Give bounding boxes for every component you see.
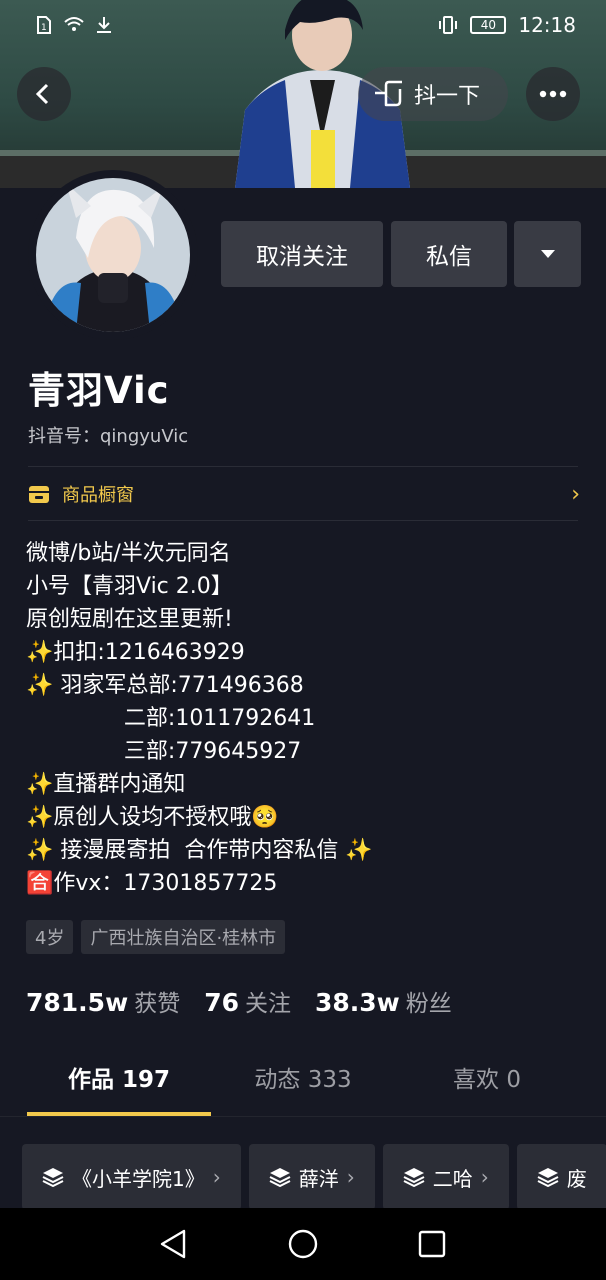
wifi-icon [64,17,84,31]
fans-count: 38.3w [314,988,400,1017]
layers-icon [42,1168,64,1187]
more-button[interactable] [526,67,580,121]
triangle-down-icon [540,250,555,258]
divider [28,466,578,467]
shake-label: 抖一下 [414,84,481,109]
collection-chip[interactable]: 《小羊学院1》 › [22,1144,241,1210]
nav-home-icon[interactable] [287,1228,319,1260]
tabs-divider [0,1116,606,1117]
avatar-image [36,178,190,332]
back-button[interactable] [17,67,71,121]
dropdown-button[interactable] [514,221,581,287]
shake-button[interactable]: 抖一下 [358,67,508,121]
tab-moments[interactable]: 动态 333 [203,1060,403,1094]
shop-label: 商品橱窗 [62,485,134,506]
following-label: 关注 [244,991,291,1017]
sim-icon: 1 [37,16,51,34]
message-button[interactable]: 私信 [391,221,507,287]
chevron-left-icon [35,83,49,105]
age-tag: 4岁 [26,920,74,954]
collection-label: 薛洋 [298,1166,339,1191]
bio-line: ✨直播群内通知 [26,772,186,797]
bio-line: ✨扣扣:1216463929 [26,640,245,665]
following-count: 76 [204,988,239,1017]
chevron-right-icon: › [480,1165,489,1189]
layers-icon [269,1168,291,1187]
unfollow-button[interactable]: 取消关注 [221,221,383,287]
nav-recents-icon[interactable] [418,1230,446,1258]
likes-count: 781.5w [26,988,129,1017]
fans-stat[interactable]: 38.3w 粉丝 [315,984,452,1018]
bio-line: ✨ 接漫展寄拍 合作带内容私信 ✨ [26,838,373,863]
battery-icon: 40 [470,16,507,34]
svg-text:1: 1 [41,23,47,33]
hand-point-icon [375,80,402,107]
bio-line: 🈴作vx：17301857725 [26,871,278,896]
avatar[interactable] [36,178,190,332]
collection-label: 二哈 [432,1166,473,1191]
bio-line: 三部:779645927 [26,739,302,764]
shop-window-row[interactable]: 商品橱窗 › [28,481,580,507]
chevron-right-icon: › [571,481,580,507]
likes-stat: 781.5w 获赞 [26,984,180,1018]
more-dots-icon [539,90,567,98]
status-bar: 1 40 12:18 [0,0,606,50]
vibrate-icon [439,16,458,34]
location-tag: 广西壮族自治区·桂林市 [81,920,286,954]
bio-line: 原创短剧在这里更新! [26,607,233,632]
profile-name: 青羽Vic [28,369,170,412]
layers-icon [537,1168,559,1187]
collection-chip[interactable]: 薛洋 › [248,1144,375,1210]
bio-line: 微博/b站/半次元同名 [26,541,231,566]
collection-label: 废 [566,1166,587,1191]
layers-icon [403,1168,425,1187]
clock: 12:18 [518,13,576,37]
collection-chip[interactable]: 二哈 › [382,1144,509,1210]
shop-icon [29,486,49,503]
tab-likes[interactable]: 喜欢 0 [387,1060,587,1094]
chevron-right-icon: › [346,1165,355,1189]
tab-works[interactable]: 作品 197 [19,1060,219,1094]
divider [28,520,578,521]
bio-line: ✨原创人设均不授权哦🥺 [26,805,279,830]
bio-line: ✨ 羽家军总部:771496368 [26,673,304,698]
chevron-right-icon: › [212,1165,221,1189]
bio-line: 小号【青羽Vic 2.0】 [26,574,233,599]
collection-chip[interactable]: 废 [516,1144,606,1210]
douyin-id: 抖音号：qingyuVic [28,426,189,447]
nav-back-icon[interactable] [158,1228,188,1260]
likes-label: 获赞 [134,991,181,1017]
bio-line: 二部:1011792641 [26,706,316,731]
bio: 微博/b站/半次元同名 小号【青羽Vic 2.0】 原创短剧在这里更新! ✨扣扣… [26,537,586,900]
content-tabs: 作品 197 动态 333 喜欢 0 [0,1060,606,1116]
collection-chips: 《小羊学院1》 › 薛洋 › 二哈 › 废 [22,1144,606,1210]
collection-label: 《小羊学院1》 [72,1166,205,1191]
fans-label: 粉丝 [405,991,452,1017]
download-icon [97,17,111,33]
system-nav-bar [0,1208,606,1280]
stats-row: 781.5w 获赞 76 关注 38.3w 粉丝 [26,984,476,1018]
profile-tags: 4岁 广西壮族自治区·桂林市 [26,920,286,954]
following-stat[interactable]: 76 关注 [204,984,291,1018]
